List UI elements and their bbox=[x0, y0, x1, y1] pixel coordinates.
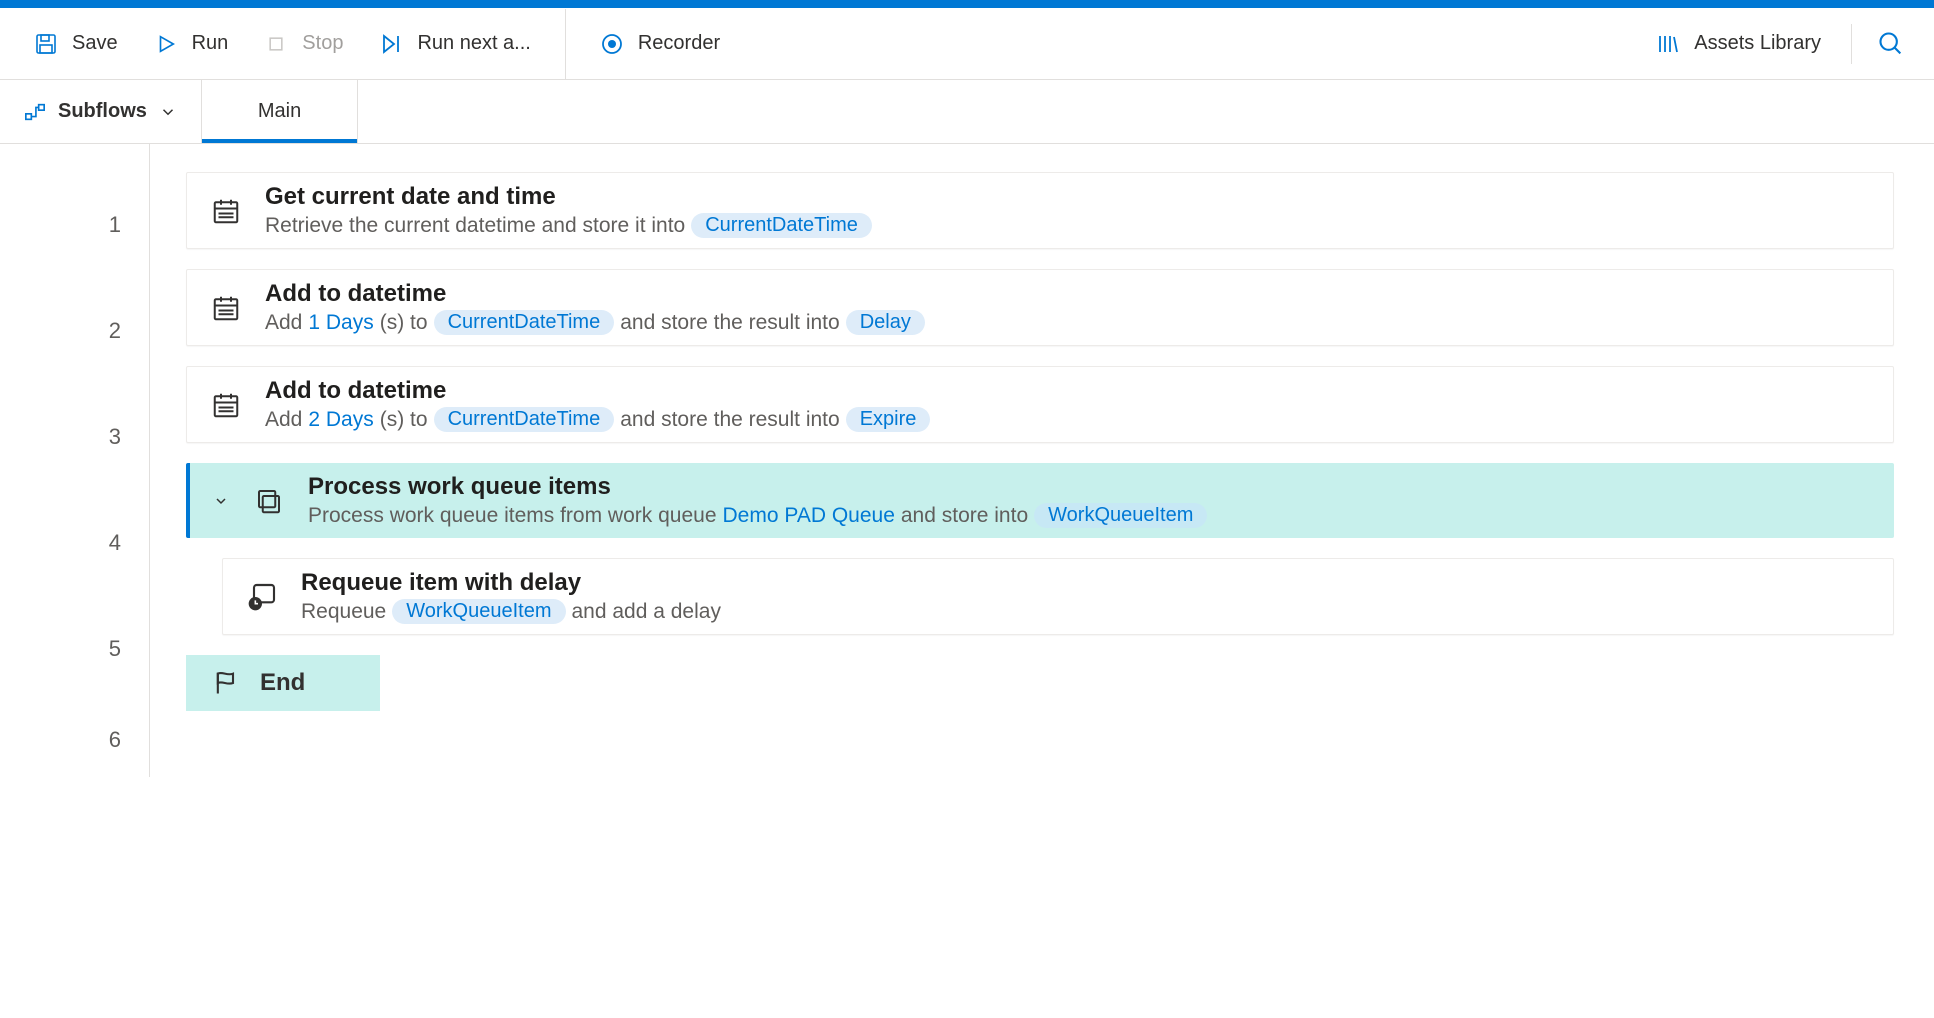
toolbar-separator bbox=[1851, 24, 1852, 64]
step-title: Requeue item with delay bbox=[301, 569, 721, 597]
toolbar-separator bbox=[565, 9, 566, 79]
literal-value: 2 Days bbox=[308, 408, 373, 432]
step-description: Retrieve the current datetime and store … bbox=[265, 213, 872, 238]
step-title: Add to datetime bbox=[265, 377, 930, 405]
run-button[interactable]: Run bbox=[140, 24, 243, 64]
calendar-icon bbox=[209, 388, 243, 422]
step-add-datetime-2[interactable]: Add to datetime Add 2 Days(s) to Current… bbox=[186, 366, 1894, 443]
chevron-down-icon bbox=[159, 103, 177, 121]
variable-token: CurrentDateTime bbox=[691, 213, 872, 238]
variable-token: CurrentDateTime bbox=[434, 310, 615, 335]
steps-column: Get current date and time Retrieve the c… bbox=[150, 144, 1934, 777]
stop-icon bbox=[264, 32, 288, 56]
step-add-datetime-1[interactable]: Add to datetime Add 1 Days(s) to Current… bbox=[186, 269, 1894, 346]
library-icon bbox=[1656, 32, 1680, 56]
step-title: Process work queue items bbox=[308, 473, 1207, 501]
subflow-icon bbox=[24, 101, 46, 123]
variable-token: Delay bbox=[846, 310, 925, 335]
stop-button: Stop bbox=[250, 24, 357, 64]
assets-library-button[interactable]: Assets Library bbox=[1642, 24, 1835, 64]
collapse-toggle[interactable] bbox=[212, 493, 230, 509]
subflows-label: Subflows bbox=[58, 100, 147, 123]
run-label: Run bbox=[192, 32, 229, 55]
tab-main-label: Main bbox=[258, 100, 301, 123]
run-next-label: Run next a... bbox=[417, 32, 530, 55]
run-next-button[interactable]: Run next a... bbox=[365, 24, 544, 64]
line-number: 6 bbox=[0, 702, 149, 777]
step-requeue-item[interactable]: Requeue item with delay Requeue WorkQueu… bbox=[222, 558, 1894, 635]
flag-icon bbox=[212, 669, 240, 697]
flow-canvas: 1 2 3 4 5 6 Get current date and time Re… bbox=[0, 144, 1934, 777]
line-gutter: 1 2 3 4 5 6 bbox=[0, 144, 150, 777]
save-label: Save bbox=[72, 32, 118, 55]
toolbar: Save Run Stop Run next a... Recorder Ass… bbox=[0, 8, 1934, 80]
step-title: Add to datetime bbox=[265, 280, 925, 308]
recorder-button[interactable]: Recorder bbox=[586, 24, 734, 64]
variable-token: CurrentDateTime bbox=[434, 407, 615, 432]
step-description: Add 1 Days(s) to CurrentDateTime and sto… bbox=[265, 310, 925, 335]
search-button[interactable] bbox=[1868, 21, 1914, 67]
step-description: Process work queue items from work queue… bbox=[308, 503, 1207, 528]
tab-main[interactable]: Main bbox=[202, 80, 358, 143]
step-get-datetime[interactable]: Get current date and time Retrieve the c… bbox=[186, 172, 1894, 249]
recorder-label: Recorder bbox=[638, 32, 720, 55]
line-number: 5 bbox=[0, 596, 149, 702]
calendar-icon bbox=[209, 194, 243, 228]
step-end[interactable]: End bbox=[186, 655, 380, 711]
line-number: 4 bbox=[0, 490, 149, 596]
record-icon bbox=[600, 32, 624, 56]
play-icon bbox=[154, 32, 178, 56]
stop-label: Stop bbox=[302, 32, 343, 55]
line-number: 1 bbox=[0, 172, 149, 278]
requeue-icon bbox=[245, 580, 279, 614]
calendar-icon bbox=[209, 291, 243, 325]
step-process-work-queue[interactable]: Process work queue items Process work qu… bbox=[186, 463, 1894, 538]
literal-value: 1 Days bbox=[308, 311, 373, 335]
chevron-down-icon bbox=[213, 493, 229, 509]
window-accent-bar bbox=[0, 0, 1934, 8]
subflows-dropdown[interactable]: Subflows bbox=[0, 80, 202, 143]
save-icon bbox=[34, 32, 58, 56]
step-title: Get current date and time bbox=[265, 183, 872, 211]
save-button[interactable]: Save bbox=[20, 24, 132, 64]
line-number: 3 bbox=[0, 384, 149, 490]
variable-token: Expire bbox=[846, 407, 931, 432]
step-icon bbox=[379, 32, 403, 56]
queue-name: Demo PAD Queue bbox=[723, 504, 895, 528]
assets-label: Assets Library bbox=[1694, 32, 1821, 55]
variable-token: WorkQueueItem bbox=[392, 599, 565, 624]
line-number: 2 bbox=[0, 278, 149, 384]
variable-token: WorkQueueItem bbox=[1034, 503, 1207, 528]
end-label: End bbox=[260, 669, 305, 697]
step-description: Requeue WorkQueueItem and add a delay bbox=[301, 599, 721, 624]
tab-strip: Subflows Main bbox=[0, 80, 1934, 144]
search-icon bbox=[1877, 30, 1905, 58]
stack-icon bbox=[252, 484, 286, 518]
step-description: Add 2 Days(s) to CurrentDateTime and sto… bbox=[265, 407, 930, 432]
